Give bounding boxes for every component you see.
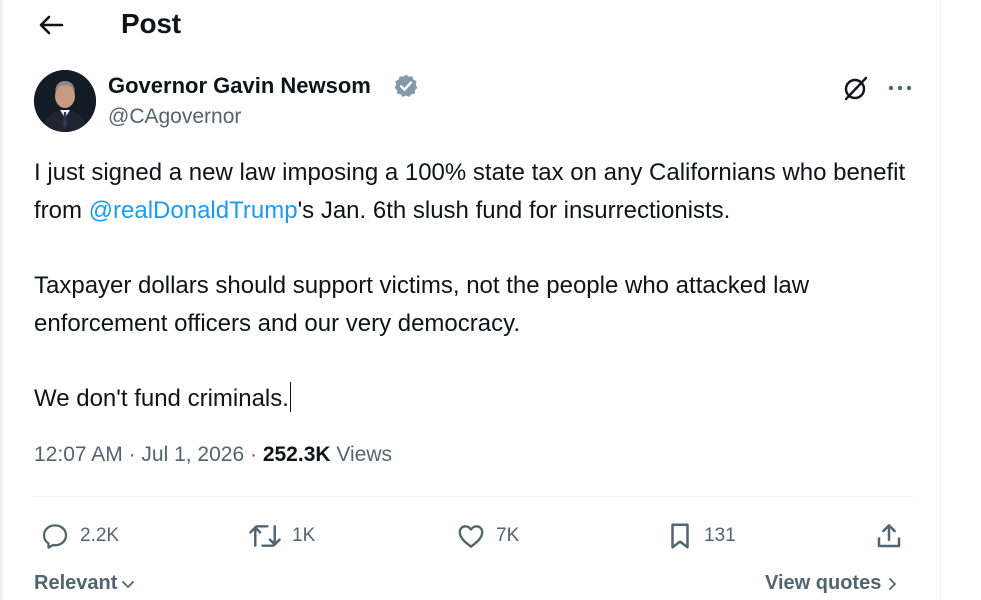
- bookmark-count: 131: [704, 525, 736, 546]
- divider: [34, 496, 914, 497]
- meta-separator: ·: [122, 443, 142, 466]
- page-title: Post: [121, 8, 181, 39]
- reply-button[interactable]: 2.2K: [40, 516, 119, 556]
- column-border-left: [0, 0, 3, 600]
- arrow-left-icon: [39, 15, 64, 35]
- like-count: 7K: [496, 525, 520, 546]
- tweet-paragraph: I just signed a new law imposing a 100% …: [34, 154, 934, 230]
- tweet-paragraph: Taxpayer dollars should support victims,…: [34, 272, 810, 337]
- text-cursor: [289, 382, 292, 412]
- sort-replies-dropdown[interactable]: Relevant: [34, 572, 136, 595]
- column-border-right: [940, 0, 941, 600]
- grok-button[interactable]: [840, 72, 872, 104]
- mention-link[interactable]: @realDonaldTrump: [89, 197, 298, 224]
- verified-badge-icon: [393, 73, 419, 99]
- more-dots-icon: [888, 85, 912, 91]
- author-handle[interactable]: @CAgovernor: [108, 105, 241, 129]
- bookmark-button[interactable]: 131: [666, 516, 736, 556]
- heart-icon: [458, 525, 484, 548]
- repost-button[interactable]: 1K: [248, 516, 315, 556]
- tweet-date[interactable]: Jul 1, 2026: [141, 443, 244, 466]
- reply-icon: [42, 524, 68, 549]
- author-name[interactable]: Governor Gavin Newsom: [108, 73, 371, 99]
- page-header: Post: [0, 0, 940, 52]
- tweet-last-line: We don't fund criminals.: [34, 385, 289, 412]
- avatar[interactable]: [34, 70, 96, 132]
- sort-label: Relevant: [34, 572, 118, 594]
- chevron-right-icon: [889, 577, 897, 590]
- view-quotes-link[interactable]: View quotes: [765, 572, 900, 595]
- chevron-down-icon: [122, 580, 135, 588]
- back-button[interactable]: [34, 10, 68, 40]
- share-button[interactable]: [874, 516, 904, 556]
- tweet-time[interactable]: 12:07 AM: [34, 443, 123, 466]
- bookmark-icon: [671, 523, 689, 549]
- views-label: Views: [330, 443, 393, 466]
- tweet-paragraph-last: We don't fund criminals.: [34, 380, 934, 418]
- like-button[interactable]: 7K: [456, 516, 519, 556]
- repost-icon: [249, 525, 281, 547]
- views-count: 252.3K: [262, 443, 331, 466]
- view-quotes-label: View quotes: [765, 572, 882, 594]
- grok-icon: [844, 76, 868, 101]
- action-bar: 2.2K 1K 7K 131: [0, 516, 940, 556]
- share-icon: [877, 524, 901, 548]
- tweet-text: I just signed a new law imposing a 100% …: [34, 154, 934, 455]
- reply-count: 2.2K: [80, 525, 120, 546]
- tweet-text-after-mention: 's Jan. 6th slush fund for insurrectioni…: [297, 197, 731, 224]
- more-button[interactable]: [884, 72, 916, 104]
- repost-count: 1K: [292, 525, 316, 546]
- tweet-meta: 12:07 AM · Jul 1, 2026 · 252.3K Views: [34, 443, 392, 467]
- meta-separator: ·: [244, 443, 263, 466]
